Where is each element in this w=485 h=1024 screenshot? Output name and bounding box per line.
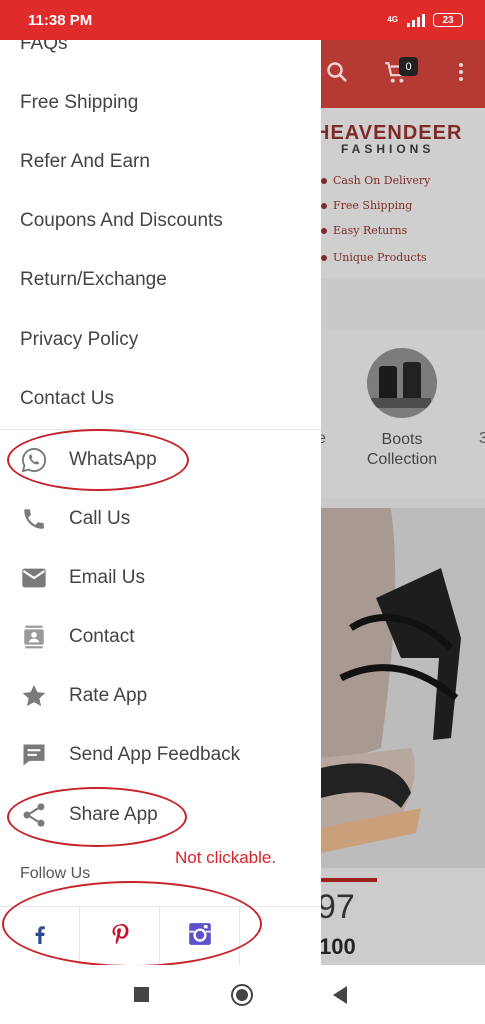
home-button[interactable] xyxy=(231,984,253,1006)
status-time: 11:38 PM xyxy=(28,11,93,29)
banner-feature: Free Shipping xyxy=(321,199,412,212)
annotation-circle-social xyxy=(2,881,262,967)
contact-card-icon xyxy=(20,623,48,651)
menu-item-free-shipping[interactable]: Free Shipping xyxy=(20,91,310,115)
partial-category-label: e xyxy=(321,430,326,447)
signal-icon xyxy=(407,13,425,27)
follow-us-label: Follow Us xyxy=(20,865,91,882)
category-label: Boots xyxy=(381,431,423,448)
partial-category-label: 3 xyxy=(479,430,485,447)
status-icons: 4G 23 xyxy=(387,13,463,27)
banner-feature: Easy Returns xyxy=(321,224,407,237)
background-app: 0 HEAVENDEER FASHIONS Cash On Delivery F… xyxy=(321,40,485,965)
search-icon[interactable] xyxy=(325,60,349,89)
product-price-area: 97 100 xyxy=(321,868,485,965)
annotation-note: Not clickable. xyxy=(175,848,277,867)
menu-item-send-feedback[interactable]: Send App Feedback xyxy=(0,731,321,779)
menu-item-label: Contact xyxy=(69,626,135,647)
more-options-icon[interactable] xyxy=(449,60,473,89)
price-current: 100 xyxy=(321,934,356,959)
menu-item-faqs[interactable]: FAQs xyxy=(20,40,310,56)
brand-subtitle: FASHIONS xyxy=(341,142,435,156)
menu-item-call-us[interactable]: Call Us xyxy=(0,495,321,543)
annotation-circle-whatsapp xyxy=(7,429,189,491)
network-type: 4G xyxy=(387,15,398,24)
category-card-boots[interactable] xyxy=(321,330,485,498)
menu-item-label: Send App Feedback xyxy=(69,744,241,765)
phone-icon xyxy=(20,505,48,533)
promo-banner[interactable]: HEAVENDEER FASHIONS Cash On Delivery Fre… xyxy=(321,108,485,278)
product-image[interactable] xyxy=(321,508,485,868)
menu-item-refer-and-earn[interactable]: Refer And Earn xyxy=(20,150,310,174)
price-original: 97 xyxy=(321,888,355,926)
menu-item-label: Rate App xyxy=(69,685,148,706)
menu-item-return-exchange[interactable]: Return/Exchange xyxy=(20,268,310,292)
category-label: Collection xyxy=(366,451,438,468)
category-image xyxy=(367,348,437,418)
category-strip: e 3 xyxy=(321,330,485,498)
email-icon xyxy=(20,564,48,592)
menu-item-privacy-policy[interactable]: Privacy Policy xyxy=(20,328,310,352)
battery-icon: 23 xyxy=(433,13,463,27)
menu-item-label: Call Us xyxy=(69,508,131,529)
menu-item-label: Email Us xyxy=(69,567,146,588)
feedback-icon xyxy=(20,741,48,769)
menu-item-coupons[interactable]: Coupons And Discounts xyxy=(20,209,310,233)
banner-feature: Unique Products xyxy=(321,251,427,264)
menu-item-rate-app[interactable]: Rate App xyxy=(0,672,321,720)
menu-item-contact-us[interactable]: Contact Us xyxy=(20,387,310,411)
menu-item-email-us[interactable]: Email Us xyxy=(0,554,321,602)
app-toolbar: 0 xyxy=(321,40,485,108)
status-bar: 11:38 PM 4G 23 xyxy=(0,0,485,40)
menu-item-contact[interactable]: Contact xyxy=(0,613,321,661)
back-button[interactable] xyxy=(333,986,347,1004)
cart-count-badge: 0 xyxy=(399,57,418,76)
menu-divider xyxy=(0,429,321,430)
annotation-circle-share-app xyxy=(7,787,187,847)
recent-apps-button[interactable] xyxy=(134,987,149,1002)
star-icon xyxy=(20,682,48,710)
system-nav-bar xyxy=(0,965,485,1024)
banner-feature: Cash On Delivery xyxy=(321,174,430,187)
